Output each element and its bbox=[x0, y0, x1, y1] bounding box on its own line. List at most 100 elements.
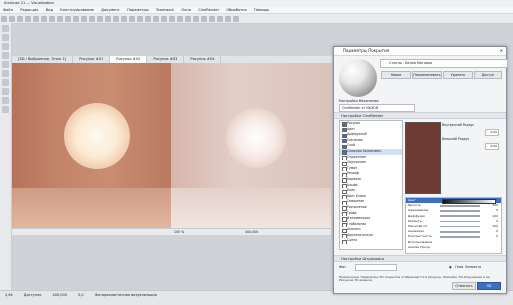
tab-3d[interactable]: [3D / Выбранное, Этаж 1] bbox=[12, 56, 74, 63]
toolbar-button[interactable] bbox=[17, 15, 23, 22]
menu-item-teamwork[interactable]: Teamwork bbox=[156, 8, 174, 12]
toolbar-button[interactable] bbox=[65, 15, 71, 22]
tool-button[interactable] bbox=[2, 106, 9, 113]
toolbar-button[interactable] bbox=[137, 15, 143, 22]
toolbar-button[interactable] bbox=[201, 15, 207, 22]
menu-item-options[interactable]: Параметры bbox=[127, 8, 149, 12]
tool-button[interactable] bbox=[2, 88, 9, 95]
channel-item[interactable]: Сцена bbox=[340, 238, 402, 245]
outer-radius-field[interactable]: 0,00 bbox=[485, 143, 499, 150]
menu-item-view[interactable]: Вид bbox=[46, 8, 53, 12]
toolbar-button[interactable] bbox=[129, 15, 135, 22]
toolbar-button[interactable] bbox=[57, 15, 63, 22]
ok-button[interactable]: OK bbox=[477, 282, 501, 290]
toolbar-button[interactable] bbox=[49, 15, 55, 22]
section-hatch-header[interactable]: Настройки Штриховки bbox=[334, 255, 506, 262]
toolbar-button[interactable] bbox=[97, 15, 103, 22]
tab-picture-01[interactable]: Рисунок #01 bbox=[73, 56, 111, 63]
menu-item-file[interactable]: Файл bbox=[3, 8, 13, 12]
toolbar-button[interactable] bbox=[81, 15, 87, 22]
tool-button[interactable] bbox=[2, 97, 9, 104]
toolbar-button[interactable] bbox=[9, 15, 15, 22]
status-item: Фотореалистичная визуализация bbox=[94, 293, 157, 297]
toolbar-button[interactable] bbox=[73, 15, 79, 22]
view-status-bar-right: 100 % 400,000 bbox=[171, 228, 331, 235]
menu-item-edit[interactable]: Редакция bbox=[20, 8, 38, 12]
property-label: Контрастность bbox=[408, 234, 432, 239]
menu-bar: Файл Редакция Вид Конструирование Докуме… bbox=[0, 7, 513, 14]
section-hatch-title: Настройки Штриховки bbox=[341, 257, 384, 261]
rename-button[interactable]: Переименовать bbox=[412, 71, 442, 79]
toolbar-button[interactable] bbox=[233, 15, 239, 22]
property-row[interactable]: Анализ Прозр. bbox=[406, 245, 501, 250]
toolbar-button[interactable] bbox=[161, 15, 167, 22]
toolbar-button[interactable] bbox=[153, 15, 159, 22]
tab-picture-02[interactable]: Рисунок #02 bbox=[110, 56, 148, 63]
cancel-button[interactable]: Отменить bbox=[452, 282, 476, 290]
toolbar-button[interactable] bbox=[105, 15, 111, 22]
property-label: Анимация bbox=[408, 229, 424, 234]
property-slider[interactable] bbox=[440, 210, 480, 212]
toolbar-button[interactable] bbox=[89, 15, 95, 22]
property-slider[interactable] bbox=[440, 204, 480, 207]
toolbar-button[interactable] bbox=[121, 15, 127, 22]
tool-button[interactable] bbox=[2, 79, 9, 86]
property-label: Анализ Прозр. bbox=[408, 244, 431, 249]
inner-radius-field[interactable]: 0,00 bbox=[485, 129, 499, 136]
tab-picture-04[interactable]: Рисунок #04 bbox=[184, 56, 222, 63]
surface-name: Стекло - Белая Матовая bbox=[389, 61, 433, 65]
property-slider[interactable] bbox=[440, 220, 480, 223]
tool-button[interactable] bbox=[2, 34, 9, 41]
background-label: Фон bbox=[339, 265, 346, 269]
menu-item-help[interactable]: Помощь bbox=[254, 8, 269, 12]
toolbar-button[interactable] bbox=[145, 15, 151, 22]
toolbar-button[interactable] bbox=[185, 15, 191, 22]
tool-button[interactable] bbox=[2, 61, 9, 68]
property-slider[interactable] bbox=[440, 230, 480, 233]
new-button[interactable]: Новое bbox=[381, 71, 411, 79]
render-view-right[interactable] bbox=[171, 63, 331, 228]
color-swatch[interactable] bbox=[405, 122, 441, 194]
property-slider[interactable] bbox=[440, 215, 480, 217]
menu-item-cinerender[interactable]: CineRender bbox=[198, 8, 219, 12]
render-view-left[interactable] bbox=[12, 63, 171, 228]
toolbar-button[interactable] bbox=[193, 15, 199, 22]
access-button[interactable]: Доступ bbox=[474, 71, 502, 79]
close-icon[interactable]: ✕ bbox=[500, 47, 503, 55]
section-cinerender-header[interactable]: Настройки CineRender bbox=[334, 112, 506, 119]
property-label: Диффузия bbox=[408, 213, 425, 218]
tool-button[interactable] bbox=[2, 43, 9, 50]
menu-item-design[interactable]: Конструирование bbox=[60, 8, 94, 12]
property-label: Размыть bbox=[408, 218, 422, 223]
toolbar-button[interactable] bbox=[225, 15, 231, 22]
tool-button[interactable] bbox=[2, 52, 9, 59]
pendant-lamp-render bbox=[226, 108, 286, 168]
toolbar-button[interactable] bbox=[209, 15, 215, 22]
tool-button[interactable] bbox=[2, 25, 9, 32]
inner-radius-label: Внутренний Радиус bbox=[442, 123, 475, 127]
radio-icon[interactable]: ◉ bbox=[449, 265, 452, 269]
menu-item-processing[interactable]: Обработка bbox=[226, 8, 246, 12]
zoom-level[interactable]: 100 % bbox=[171, 230, 184, 234]
property-label: Использование bbox=[408, 239, 433, 244]
toolbar-button[interactable] bbox=[33, 15, 39, 22]
property-slider[interactable] bbox=[440, 225, 480, 228]
toolbar-button[interactable] bbox=[177, 15, 183, 22]
background-select[interactable] bbox=[355, 264, 397, 271]
toolbar-button[interactable] bbox=[25, 15, 31, 22]
toolbar-button[interactable] bbox=[1, 15, 7, 22]
surface-select[interactable]: Стекло - Белая Матовая bbox=[380, 59, 508, 68]
menu-item-window[interactable]: Окно bbox=[181, 8, 191, 12]
toolbar-button[interactable] bbox=[217, 15, 223, 22]
delete-button[interactable]: Удалить bbox=[443, 71, 473, 79]
tab-picture-03[interactable]: Рисунок #03 bbox=[147, 56, 185, 63]
engine-select[interactable]: CineRender от MAXON bbox=[339, 104, 415, 112]
tool-button[interactable] bbox=[2, 70, 9, 77]
toolbar-button[interactable] bbox=[169, 15, 175, 22]
status-item: 0,0 bbox=[78, 293, 84, 297]
toolbar-button[interactable] bbox=[41, 15, 47, 22]
property-slider[interactable] bbox=[440, 236, 480, 238]
toolbar-button[interactable] bbox=[113, 15, 119, 22]
status-item: 2,6k bbox=[5, 293, 13, 297]
menu-item-document[interactable]: Документ bbox=[101, 8, 120, 12]
